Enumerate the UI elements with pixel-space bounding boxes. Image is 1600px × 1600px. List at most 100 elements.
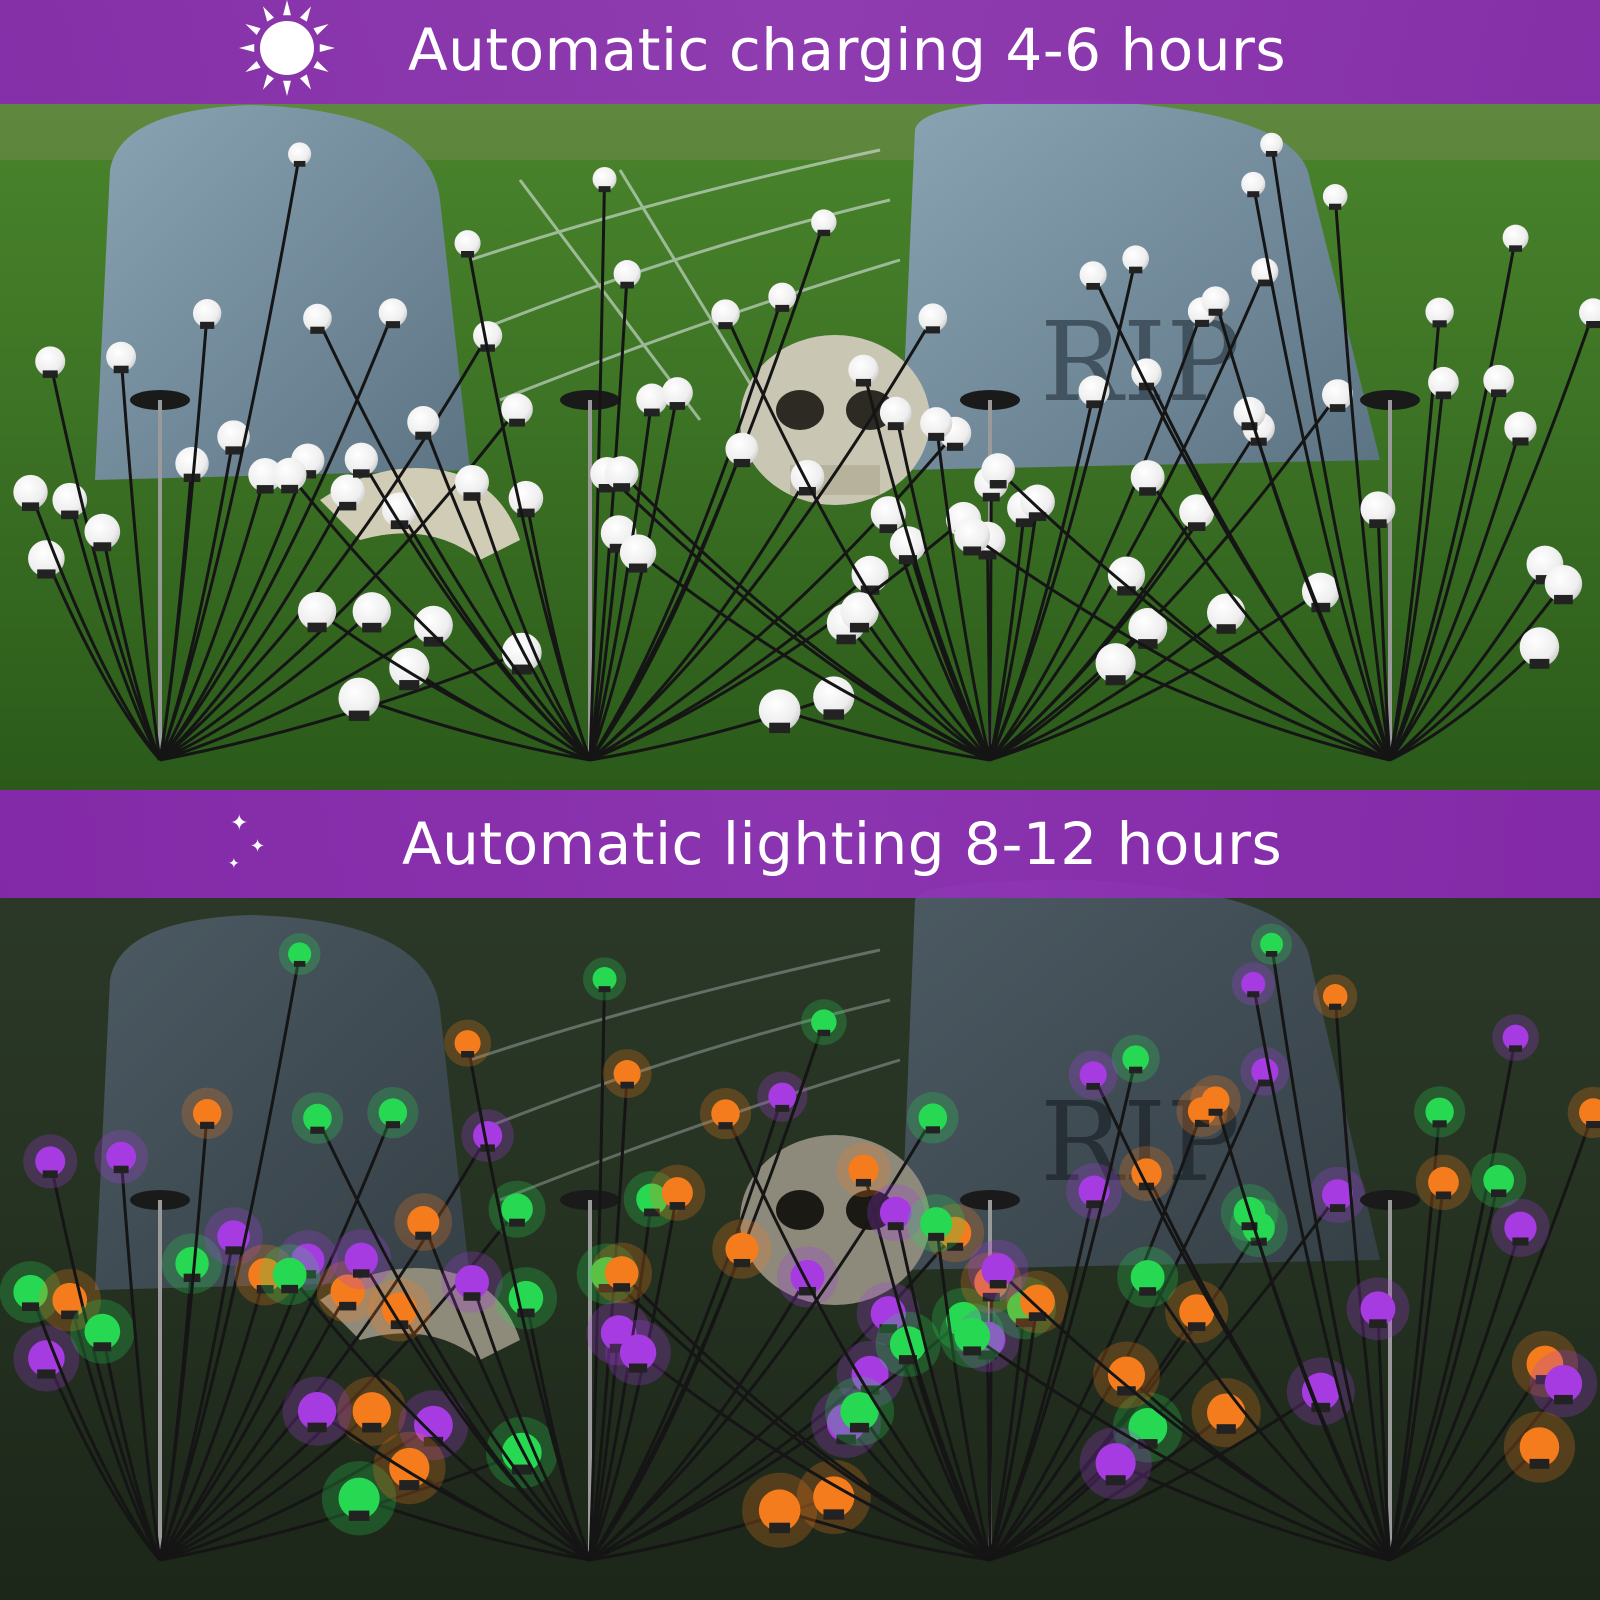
bulb-base	[887, 1222, 904, 1231]
bulb-base	[307, 622, 327, 633]
sun-ray	[263, 74, 275, 90]
bulb-base	[1258, 279, 1272, 287]
bulb-base	[461, 251, 475, 258]
bulb-base	[733, 1258, 751, 1268]
bulb-base	[775, 304, 790, 312]
bulb-base	[836, 634, 856, 645]
bulb-base	[113, 1165, 129, 1174]
bulb-base	[963, 1346, 982, 1356]
bulb-base	[463, 1292, 481, 1301]
bulb-base	[93, 542, 112, 552]
bulb-base	[718, 322, 733, 330]
bulb-base	[1216, 624, 1236, 634]
bulb-base	[1086, 1200, 1102, 1209]
bulb-base	[1329, 203, 1342, 210]
bulb-base	[461, 1051, 475, 1058]
bulb-base	[989, 480, 1007, 489]
bulb-base	[946, 442, 964, 451]
bulb-base	[348, 710, 370, 721]
bulb-base	[928, 432, 945, 441]
bulb-base	[613, 483, 631, 492]
bulb-base	[1265, 950, 1278, 957]
bulb-base	[613, 1283, 631, 1292]
bulb-base	[1105, 675, 1126, 686]
bulb-base	[989, 1280, 1007, 1289]
bulb-base	[281, 1284, 299, 1294]
bulb-base	[1105, 1475, 1126, 1486]
day-garden-scene: RIP	[0, 0, 1600, 790]
bulb-base	[775, 1104, 790, 1112]
bulb-base	[1509, 1045, 1523, 1052]
bulb-base	[310, 1126, 325, 1134]
bulb-base	[1258, 1079, 1272, 1087]
bulb-base	[42, 1170, 58, 1178]
bulb-base	[1432, 1120, 1447, 1128]
bulb-base	[362, 1422, 382, 1433]
bulb-base	[93, 1342, 112, 1352]
sun-ray	[283, 80, 291, 96]
bulb-base	[1529, 658, 1550, 669]
bulb-base	[1187, 1322, 1206, 1332]
bulb-base	[37, 569, 56, 579]
bulb-base	[817, 1029, 831, 1037]
bulb-base	[1490, 389, 1507, 398]
sun-ray	[239, 44, 255, 52]
bulb-base	[1139, 487, 1157, 496]
lighting-caption: Automatic lighting 8-12 hours	[402, 810, 1283, 878]
bulb-base	[817, 229, 831, 237]
sun-ray	[299, 6, 311, 22]
bulb-base	[1435, 1191, 1452, 1200]
bulb-base	[644, 408, 660, 417]
bulb-base	[293, 960, 306, 967]
bulb-base	[769, 1522, 791, 1534]
night-garden-scene: RIP	[0, 790, 1600, 1600]
bulb-base	[21, 1302, 40, 1311]
bulb-base	[855, 378, 872, 387]
bulb-base	[1554, 594, 1573, 605]
bulb-base	[823, 709, 845, 720]
day-scene-panel: RIP	[0, 0, 1600, 790]
bulb-base	[352, 1269, 370, 1278]
bulb-base	[1129, 1066, 1143, 1074]
bulb-base	[620, 281, 634, 289]
bulb-base	[1194, 319, 1210, 327]
bulb-base	[37, 1369, 56, 1379]
bulb-base	[598, 186, 611, 193]
bulb-base	[879, 524, 898, 534]
bulb-base	[385, 321, 400, 329]
bulb-base	[733, 458, 751, 468]
bulb-base	[399, 680, 420, 691]
bulb-base	[415, 431, 432, 440]
bulb-base	[925, 1126, 940, 1134]
bulb-base	[1432, 320, 1447, 328]
bulb-base	[352, 469, 370, 478]
bulb-base	[1216, 1424, 1236, 1434]
bulb-base	[1329, 404, 1346, 412]
lighting-banner: ✦ ✦ ✦ Automatic lighting 8-12 hours	[0, 790, 1600, 898]
sun-ray	[245, 60, 261, 72]
sun-ray	[263, 6, 275, 22]
bulb-base	[21, 502, 40, 511]
bulb-base	[1490, 1189, 1507, 1198]
sun-ray	[299, 74, 311, 90]
sun-icon	[239, 0, 335, 96]
bulb-base	[769, 722, 791, 734]
bulb-base	[1139, 1287, 1157, 1296]
bulb-base	[1329, 1204, 1346, 1212]
bulb-base	[339, 1301, 357, 1311]
bulb-base	[1512, 1237, 1529, 1246]
bulb-base	[1369, 519, 1387, 529]
bulb-base	[925, 326, 940, 334]
bulb-base	[281, 484, 299, 494]
charging-banner: Automatic charging 4-6 hours	[0, 0, 1600, 104]
bulb-base	[628, 563, 648, 573]
bulb-base	[293, 160, 306, 167]
bulb-base	[509, 1218, 525, 1227]
sun-ray	[313, 60, 329, 72]
bulb-base	[887, 422, 904, 431]
bulb-base	[362, 622, 382, 633]
bulb-base	[509, 418, 525, 427]
night-scene-panel: RIP	[0, 790, 1600, 1600]
bulb-base	[849, 1422, 870, 1433]
bulb-base	[463, 492, 481, 501]
